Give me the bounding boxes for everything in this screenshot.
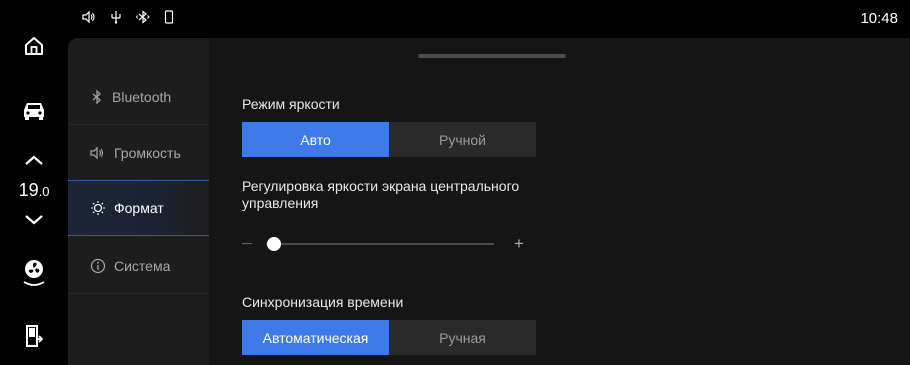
volume-icon [82, 10, 95, 24]
fan-icon[interactable] [14, 252, 54, 292]
nav-item-volume[interactable]: Громкость [68, 125, 209, 181]
brightness-adjust-title: Регулировка яркости экрана центрального … [242, 178, 520, 211]
nav-item-label: Формат [114, 200, 164, 216]
nav-item-format[interactable]: Формат [68, 180, 209, 236]
seat-icon[interactable] [14, 316, 54, 356]
status-icons [82, 10, 174, 24]
left-rail: 19.0 [0, 0, 68, 365]
brightness-slider[interactable]: + [242, 234, 532, 254]
bluetooth-icon [92, 89, 101, 104]
slider-knob[interactable] [266, 237, 281, 251]
chevron-down-icon[interactable] [14, 200, 54, 240]
settings-content: Режим яркости Авто Ручной Регулировка яр… [209, 38, 910, 365]
drag-handle[interactable] [418, 54, 566, 58]
nav-item-label: Громкость [114, 144, 181, 161]
sun-icon [91, 201, 105, 215]
chevron-up-icon[interactable] [14, 140, 54, 180]
volume-icon [90, 146, 104, 159]
info-icon [90, 258, 106, 273]
settings-nav: Bluetooth Громкость Формат Система [68, 38, 209, 365]
plus-icon[interactable]: + [514, 234, 524, 254]
bluetooth-icon [136, 10, 150, 24]
phone-icon [164, 10, 174, 24]
time-sync-title: Синхронизация времени [242, 294, 404, 310]
temperature-decimal: .0 [38, 184, 50, 199]
slider-track[interactable] [266, 243, 494, 245]
car-icon[interactable] [14, 90, 54, 130]
nav-item-bluetooth[interactable]: Bluetooth [68, 69, 209, 125]
home-icon[interactable] [14, 26, 54, 66]
temperature-readout: 19.0 [8, 180, 60, 201]
brightness-mode-manual-button[interactable]: Ручной [389, 122, 536, 157]
nav-item-label: Система [114, 257, 171, 274]
time-sync-auto-button[interactable]: Автоматическая [242, 320, 389, 355]
time-sync-manual-button[interactable]: Ручная [389, 320, 536, 355]
brightness-mode-selector: Авто Ручной [242, 122, 536, 157]
minus-icon[interactable] [242, 243, 252, 244]
temperature-value: 19 [18, 180, 39, 200]
brightness-mode-auto-button[interactable]: Авто [242, 122, 389, 157]
nav-item-system[interactable]: Система [68, 238, 209, 294]
settings-panel: Bluetooth Громкость Формат Система Режим… [68, 38, 910, 365]
status-bar: 10:48 [68, 0, 910, 38]
brightness-mode-title: Режим яркости [242, 96, 340, 112]
time-sync-selector: Автоматическая Ручная [242, 320, 536, 355]
clock: 10:48 [860, 10, 898, 27]
nav-item-label: Bluetooth [112, 88, 172, 105]
usb-icon [111, 11, 121, 24]
